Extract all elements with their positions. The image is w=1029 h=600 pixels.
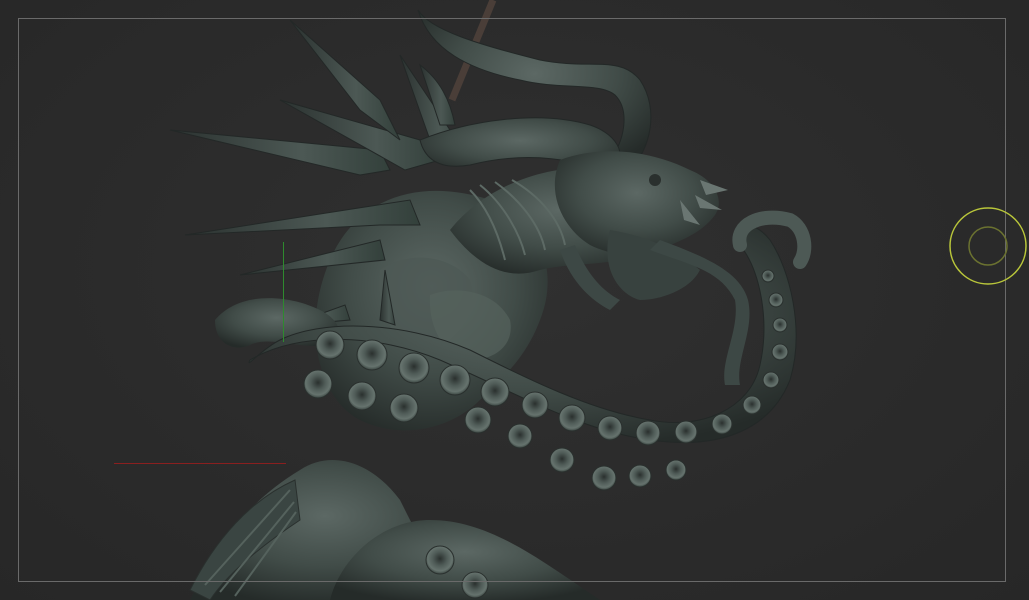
sea-dragon-sculpt[interactable] (0, 0, 1029, 600)
3d-viewport[interactable] (0, 0, 1029, 600)
dragon-eye (649, 174, 661, 186)
x-axis-line (114, 463, 286, 464)
navigation-gizmo-icon[interactable] (948, 206, 1028, 286)
y-axis-line (283, 242, 284, 342)
